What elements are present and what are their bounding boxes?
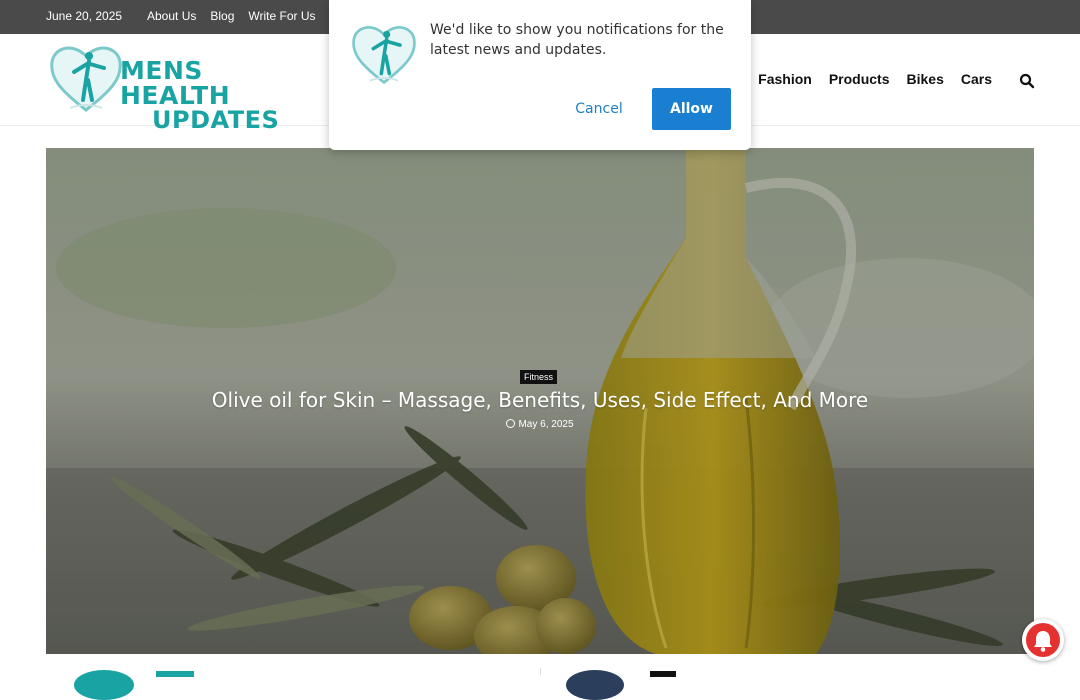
post-date: May 6, 2025 — [518, 419, 574, 430]
top-link-write-for-us[interactable]: Write For Us — [248, 9, 315, 23]
heart-figure-logo-icon — [50, 46, 122, 112]
notification-message: We'd like to show you notifications for … — [430, 22, 724, 58]
top-link-about-us[interactable]: About Us — [147, 9, 196, 23]
nav-item-bikes[interactable]: Bikes — [907, 71, 944, 87]
nav-item-fashion[interactable]: Fashion — [758, 71, 812, 87]
category-tag — [156, 671, 194, 677]
site-logo[interactable]: MENS HEALTH UPDATES — [50, 42, 300, 132]
search-button[interactable] — [1019, 73, 1035, 89]
logo-line-2: UPDATES — [152, 106, 280, 134]
bell-icon — [1034, 631, 1052, 652]
post-meta: May 6, 2025 — [46, 419, 1034, 430]
clock-icon — [506, 419, 516, 428]
logo-wordmark: MENS HEALTH UPDATES — [120, 58, 300, 132]
logo-line-1: MENS HEALTH — [120, 56, 231, 110]
notification-bell-button[interactable] — [1022, 619, 1064, 661]
search-icon — [1019, 73, 1035, 89]
heart-figure-logo-icon — [352, 26, 416, 85]
notification-permission-popup: We'd like to show you notifications for … — [329, 0, 751, 150]
divider — [540, 668, 541, 675]
post-grid-preview — [0, 654, 1080, 700]
top-link-blog[interactable]: Blog — [210, 9, 234, 23]
category-tag — [650, 671, 676, 677]
nav-item-products[interactable]: Products — [829, 71, 890, 87]
nav-item-cars[interactable]: Cars — [961, 71, 992, 87]
category-badge[interactable]: Fitness — [520, 370, 558, 384]
main-nav: Fashion Products Bikes Cars — [758, 71, 992, 87]
post-title[interactable]: Olive oil for Skin – Massage, Benefits, … — [46, 386, 1034, 414]
current-date: June 20, 2025 — [46, 9, 123, 23]
cancel-button[interactable]: Cancel — [565, 92, 633, 126]
allow-button[interactable]: Allow — [652, 88, 731, 130]
hero-post[interactable]: Fitness Olive oil for Skin – Massage, Be… — [46, 148, 1034, 654]
top-links: About Us Blog Write For Us C — [147, 9, 338, 23]
bell-badge — [1026, 623, 1060, 657]
